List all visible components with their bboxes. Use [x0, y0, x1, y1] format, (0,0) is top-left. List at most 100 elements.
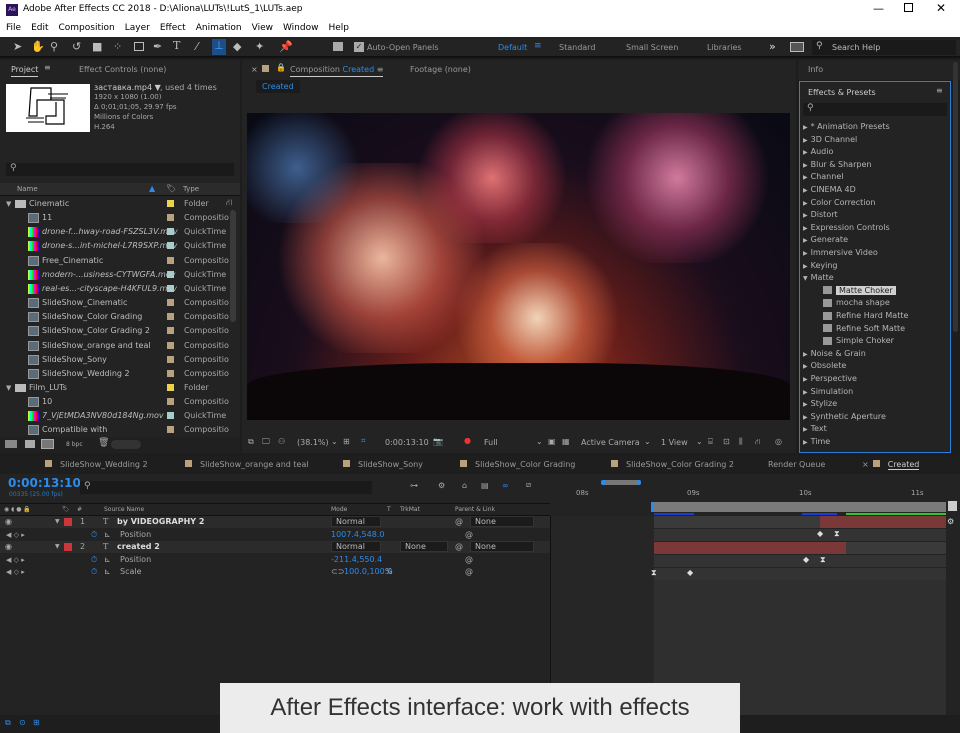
graph-icon[interactable]: ⊾ [104, 529, 111, 541]
workspace-overflow-icon[interactable]: » [769, 40, 776, 53]
effect-category[interactable]: ▶ Stylize [803, 398, 837, 410]
effect-category[interactable]: ▶ Keying [803, 260, 838, 272]
snapshot-icon[interactable]: 📷 [433, 437, 443, 446]
triangle-right-icon[interactable]: ▶ [803, 389, 808, 396]
parent-dropdown[interactable]: None [470, 541, 534, 553]
menu-layer[interactable]: Layer [125, 23, 150, 33]
expand-arrow-icon[interactable]: ▼ [6, 197, 11, 211]
workspace-libraries[interactable]: Libraries [707, 43, 742, 52]
column-trkmat[interactable]: TrkMat [400, 504, 420, 515]
triangle-right-icon[interactable]: ▶ [803, 124, 808, 131]
column-name[interactable]: Name [17, 185, 38, 193]
triangle-down-icon[interactable]: ▼ [55, 516, 60, 528]
menu-file[interactable]: File [6, 23, 21, 33]
effect-category[interactable]: ▶ Perspective [803, 373, 857, 385]
label-color-swatch[interactable] [167, 313, 174, 321]
transparency-grid-icon[interactable]: ▦ [562, 437, 570, 446]
constrain-proportions-icon[interactable]: ⊂⊃ [331, 566, 344, 578]
timeline-tab[interactable]: × Created [862, 460, 920, 470]
effect-category[interactable]: ▶ Noise & Grain [803, 348, 866, 360]
panel-menu-icon[interactable]: ≡ [936, 86, 943, 95]
minimize-button[interactable]: — [873, 2, 884, 15]
project-scrollbar[interactable] [230, 210, 236, 322]
layer-label-color[interactable] [64, 518, 72, 526]
menu-effect[interactable]: Effect [160, 23, 186, 33]
label-color-swatch[interactable] [167, 327, 174, 335]
camera-dropdown[interactable]: Active Camera [581, 438, 640, 447]
brush-tool-icon[interactable]: ⁄ [196, 40, 198, 53]
triangle-right-icon[interactable]: ▶ [803, 200, 808, 207]
project-item[interactable]: 11 Compositio [0, 211, 236, 225]
column-parent[interactable]: Parent & Link [455, 504, 495, 515]
work-area-navigator[interactable] [601, 480, 641, 485]
triangle-right-icon[interactable]: ▶ [803, 162, 808, 169]
stopwatch-icon[interactable]: ⏱ [91, 529, 97, 541]
effect-item[interactable]: Refine Soft Matte [823, 323, 905, 335]
menu-window[interactable]: Window [283, 23, 319, 33]
workspace-small-screen[interactable]: Small Screen [626, 43, 678, 52]
menu-composition[interactable]: Composition [59, 23, 115, 33]
new-composition-icon[interactable] [41, 439, 54, 449]
timeline-tab[interactable]: SlideShow_orange and teal [185, 460, 309, 469]
thumbnail-slider[interactable] [111, 440, 141, 449]
triangle-right-icon[interactable]: ▶ [803, 187, 808, 194]
menu-animation[interactable]: Animation [196, 23, 242, 33]
footage-name[interactable]: заставка.mp4 ▼ [94, 83, 161, 92]
layer-in-out-icon[interactable]: ⊞ [33, 718, 40, 727]
effect-category[interactable]: ▶ Color Correction [803, 197, 875, 209]
fast-previews-toggle-icon[interactable]: ⊡ [723, 437, 730, 446]
chevron-down-icon[interactable]: ⌄ [331, 437, 338, 446]
label-color-swatch[interactable] [167, 412, 174, 420]
lock-icon[interactable]: 🔒 [276, 63, 286, 72]
layer-2-bar[interactable] [654, 542, 846, 554]
layer-label-color[interactable] [64, 543, 72, 552]
close-button[interactable]: ✕ [936, 1, 946, 15]
hand-tool-icon[interactable]: ✋ [31, 40, 45, 53]
effect-category[interactable]: ▶ Expression Controls [803, 222, 890, 234]
grid-icon[interactable]: ⊞ [343, 437, 350, 446]
effect-category[interactable]: ▶ Distort [803, 209, 838, 221]
layer-1-bar[interactable] [820, 516, 946, 528]
timeline-tab[interactable]: Render Queue [768, 460, 825, 469]
stopwatch-icon[interactable]: ⏱ [91, 554, 97, 566]
keyframe-icon[interactable]: ◆ [817, 529, 823, 538]
project-item[interactable]: 7_VjEtMDA3NV80d184Ng.mov QuickTime [0, 409, 236, 423]
always-preview-icon[interactable]: ⧉ [248, 437, 254, 447]
pickwhip-icon[interactable]: @ [455, 516, 463, 528]
motion-blur-icon[interactable]: ∞ [502, 481, 509, 490]
effect-category[interactable]: ▼ Matte [803, 272, 834, 284]
shy-layers-icon[interactable]: ⌂ [462, 481, 467, 490]
fast-previews-icon[interactable]: ▣ [548, 437, 556, 446]
rotate-tool-icon[interactable]: ↺ [72, 40, 81, 53]
project-item[interactable]: Compatible with Compositio [0, 423, 236, 437]
region-of-interest-icon[interactable]: ⌗ [361, 436, 366, 446]
triangle-right-icon[interactable]: ▶ [803, 174, 808, 181]
resolution-dropdown[interactable]: Full [484, 438, 539, 447]
expression-pickwhip-icon[interactable]: @ [465, 554, 473, 566]
effect-category[interactable]: ▶ Text [803, 423, 827, 435]
sync-settings-icon[interactable] [790, 42, 804, 52]
triangle-right-icon[interactable]: ▶ [803, 426, 808, 433]
project-item[interactable]: modern-...usiness-CYTWGFA.mov QuickTime [0, 268, 236, 282]
triangle-down-icon[interactable]: ▼ [803, 275, 808, 282]
sort-ascending-icon[interactable]: ▲ [149, 184, 155, 193]
menu-edit[interactable]: Edit [31, 23, 48, 33]
flowchart-icon[interactable]: ⛙ [755, 437, 761, 447]
keyframe-icon[interactable]: ◆ [803, 555, 809, 564]
triangle-right-icon[interactable]: ▶ [803, 401, 808, 408]
viewer-timecode[interactable]: 0:00:13:10 [385, 438, 429, 447]
layer-row[interactable]: ◉ ▼ 2 T created 2 Normal None @ None [0, 541, 550, 554]
keyframe-hold-icon[interactable]: ⧗ [834, 529, 840, 539]
graph-icon[interactable]: ⊾ [104, 566, 111, 578]
effect-category[interactable]: ▶ Simulation [803, 386, 853, 398]
keyframe-hold-icon[interactable]: ⧗ [651, 568, 657, 578]
type-tool-icon[interactable]: T [173, 39, 180, 52]
trash-icon[interactable]: 🗑 [98, 438, 109, 448]
property-value[interactable]: 1007.4,548.0 [331, 529, 384, 541]
effects-search-input[interactable]: ⚲ [803, 103, 947, 116]
label-color-swatch[interactable] [167, 383, 174, 391]
triangle-right-icon[interactable]: ▶ [803, 137, 808, 144]
close-tab-icon[interactable]: × [251, 65, 258, 74]
layer-row[interactable]: ◉ ▼ 1 T by VIDEOGRAPHY 2 Normal @ None [0, 516, 550, 528]
property-row[interactable]: ◀ ◇ ▸ ⏱ ⊾ Position -211.4,550.4 @ [0, 554, 550, 566]
